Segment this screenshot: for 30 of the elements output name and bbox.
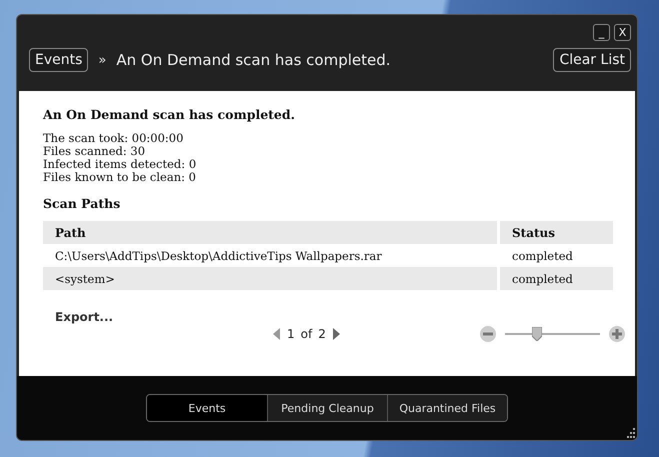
table-cell: completed [500,267,613,290]
column-header: Status [500,221,613,244]
breadcrumb-separator: » [98,52,106,68]
tab[interactable]: Pending Cleanup [267,395,387,421]
section-heading: Scan Paths [43,196,122,211]
stat-line: Files scanned: 30 [43,145,146,158]
export-link[interactable]: Export... [55,310,114,324]
zoom-out-icon[interactable] [480,326,496,342]
table-cell: <system> [43,267,500,290]
next-page-icon[interactable] [332,328,340,340]
stat-line: Infected items detected: 0 [43,158,198,171]
stat-line: Files known to be clean: 0 [43,171,197,184]
tab[interactable]: Quarantined Files [387,395,507,421]
resize-grip-icon[interactable] [625,428,635,438]
previous-page-icon[interactable] [273,328,281,340]
page-number: 1 [287,327,295,341]
clear-list-button[interactable]: Clear List [553,48,631,72]
detail-heading: An On Demand scan has completed. [43,107,296,122]
stat-line: The scan took: 00:00:00 [43,132,184,145]
slider-thumb[interactable] [532,327,542,341]
column-header: Path [43,221,500,244]
breadcrumb-button[interactable]: Events [29,48,88,72]
zoom-in-icon[interactable] [609,326,625,342]
breadcrumb-title: An On Demand scan has completed. [116,51,392,69]
tab[interactable]: Events [147,395,267,421]
page-of-label: of [300,327,312,341]
window-control-button[interactable]: _ [593,24,610,41]
table-cell-text: completed [511,248,574,264]
window-control-button[interactable]: X [614,24,631,41]
page-total: 2 [318,327,326,341]
